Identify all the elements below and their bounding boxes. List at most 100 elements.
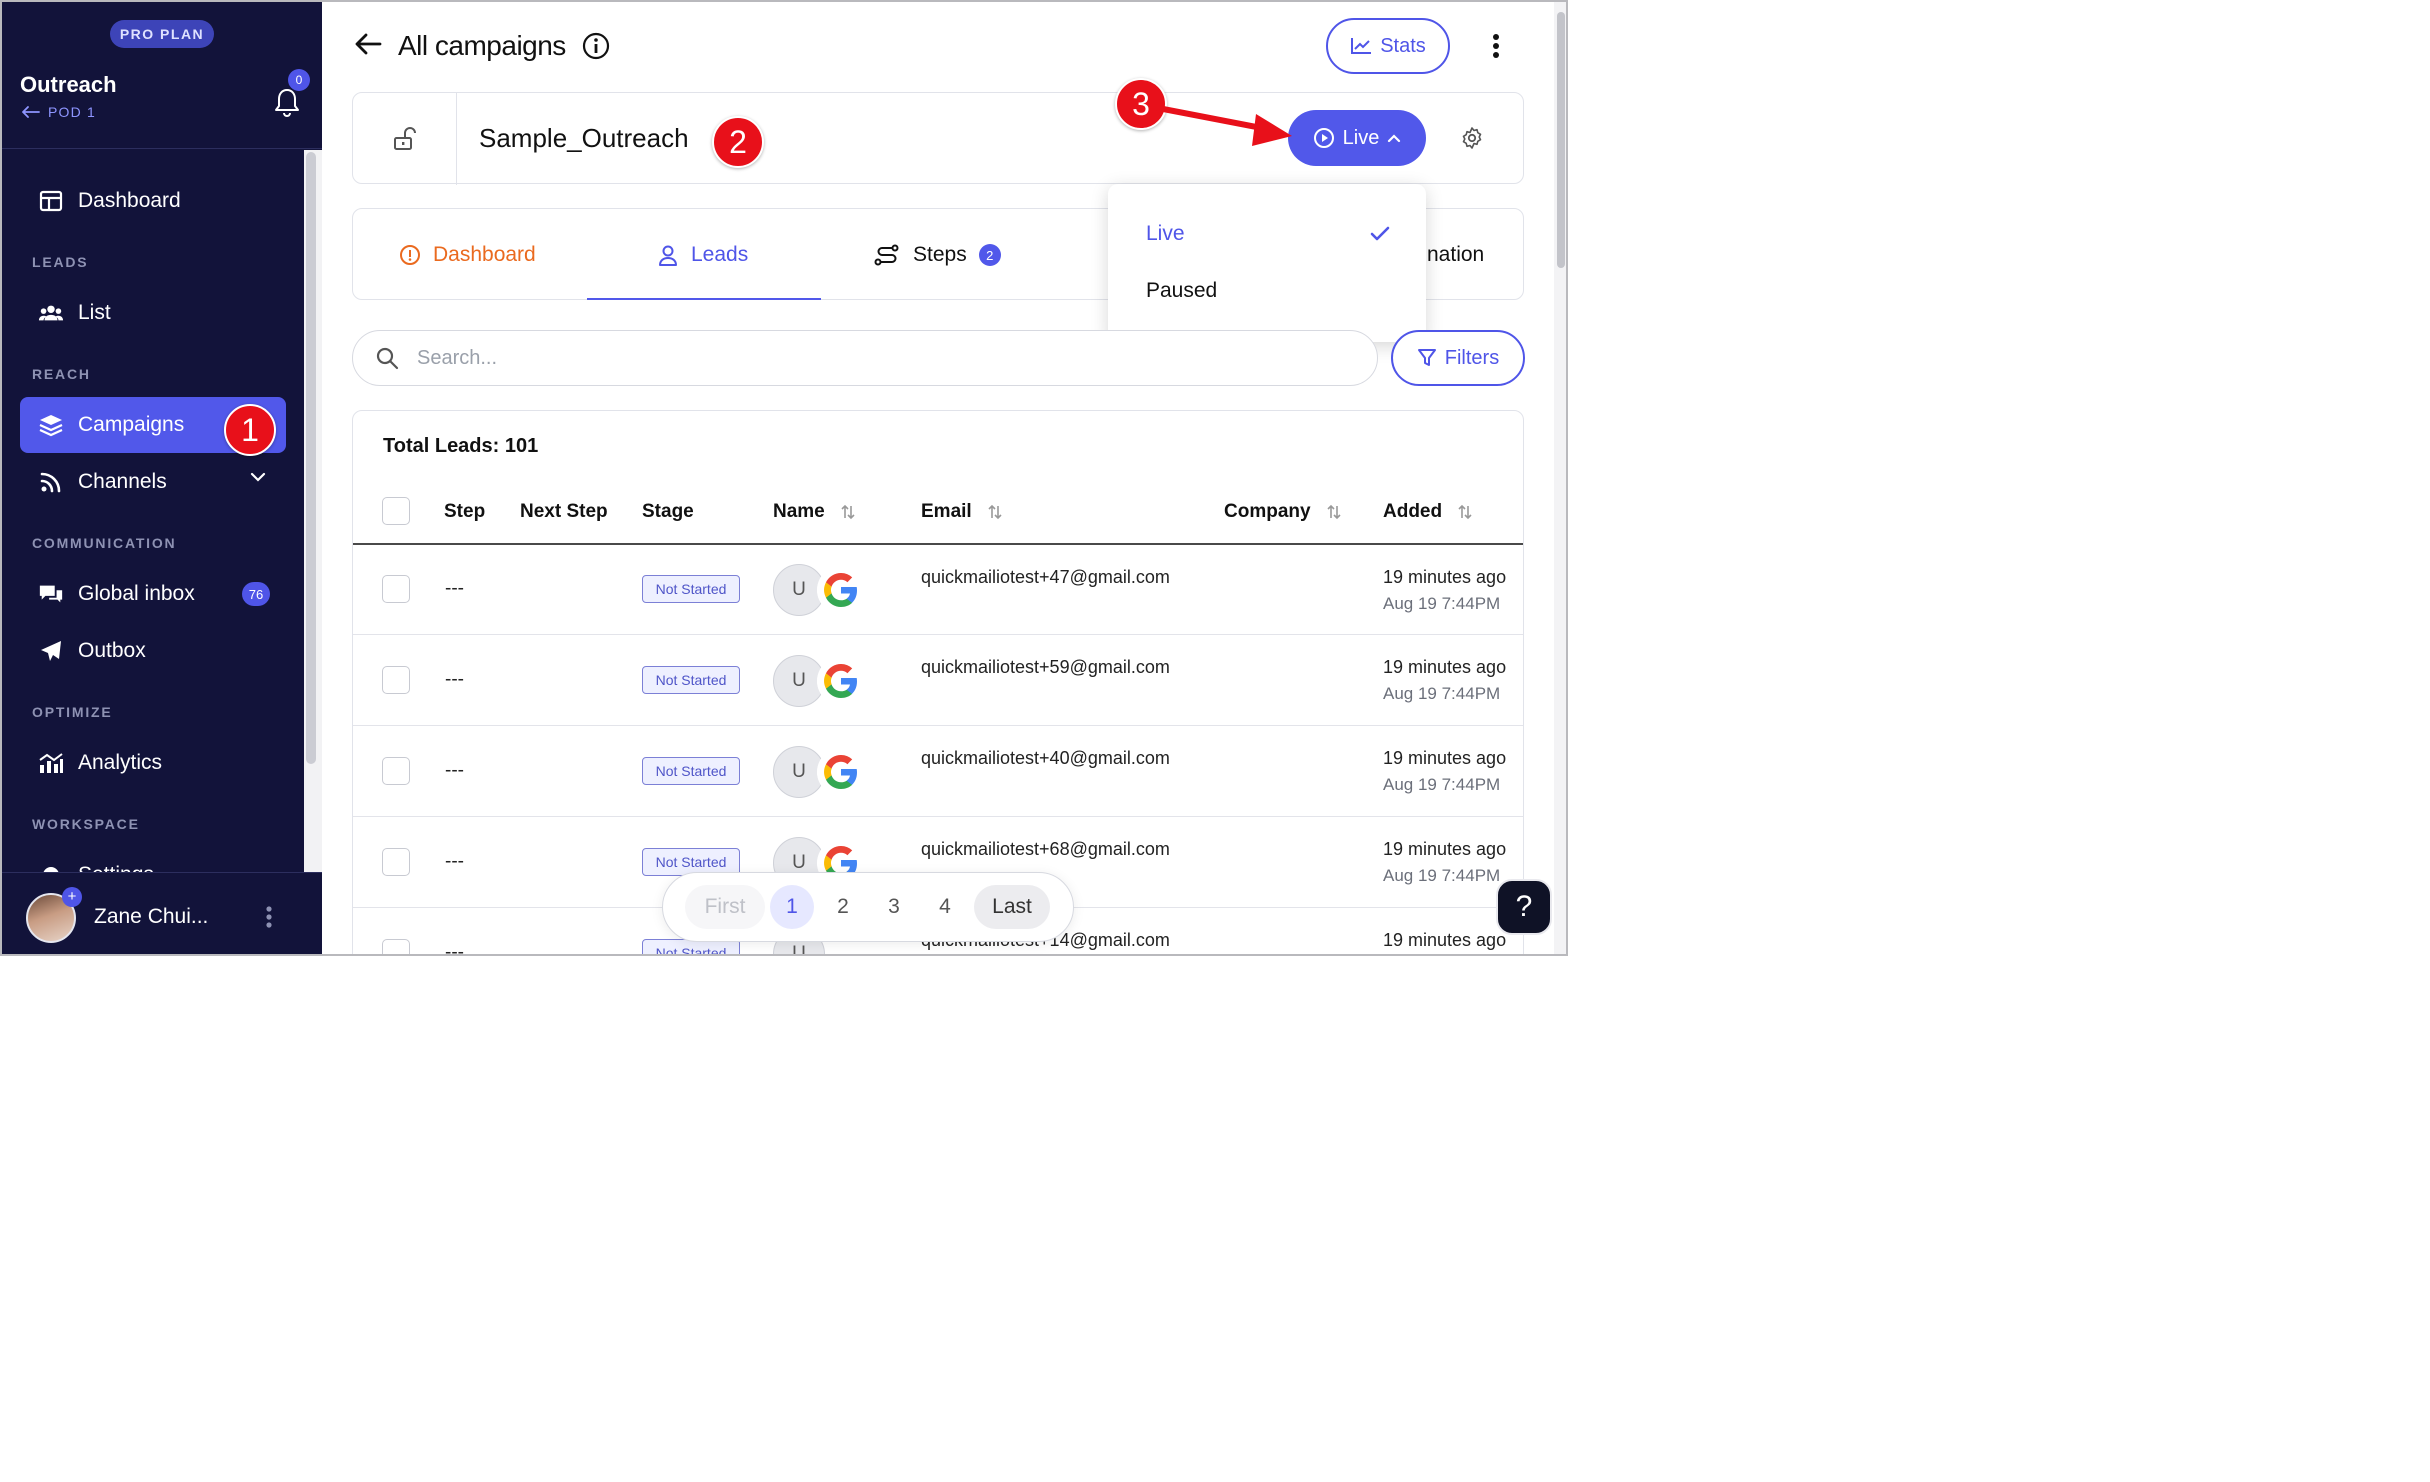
- page-scrollbar-thumb[interactable]: [1557, 12, 1565, 268]
- column-header-label: Name: [773, 501, 825, 522]
- tab-label: nation: [1427, 243, 1485, 266]
- paper-plane-icon: [38, 638, 64, 664]
- lead-added-date: Aug 19 7:44PM: [1383, 866, 1501, 885]
- annotation-marker-2: 2: [712, 116, 764, 168]
- row-checkbox[interactable]: [382, 666, 410, 694]
- row-checkbox[interactable]: [382, 848, 410, 876]
- column-header-next-step[interactable]: Next Step: [520, 501, 608, 523]
- sort-icon[interactable]: [1327, 504, 1341, 520]
- sidebar-item-outbox[interactable]: Outbox: [20, 623, 286, 679]
- back-arrow-icon[interactable]: [354, 32, 382, 56]
- page-scrollbar[interactable]: [1554, 2, 1566, 954]
- tab-dashboard[interactable]: Dashboard: [399, 209, 536, 301]
- pagination-page-2[interactable]: 2: [821, 885, 865, 929]
- sidebar-item-label: Outbox: [78, 639, 146, 662]
- sidebar-item-label: List: [78, 301, 111, 324]
- column-header-label: Next Step: [520, 501, 608, 522]
- filters-button[interactable]: Filters: [1391, 330, 1525, 386]
- status-option-live[interactable]: Live: [1146, 222, 1185, 246]
- campaign-name[interactable]: Sample_Outreach: [479, 123, 689, 154]
- chevron-up-icon: [1388, 134, 1401, 143]
- pagination-first[interactable]: First: [685, 885, 765, 929]
- tab-steps[interactable]: Steps 2: [873, 209, 1001, 301]
- total-leads: Total Leads: 101: [383, 435, 539, 457]
- org-name[interactable]: Outreach: [20, 72, 117, 98]
- row-checkbox[interactable]: [382, 575, 410, 603]
- tab-label: Dashboard: [433, 243, 536, 266]
- pagination-page-4[interactable]: 4: [923, 885, 967, 929]
- table-row[interactable]: --- Not Started U quickmailiotest+40@gma…: [353, 726, 1523, 817]
- google-icon: [817, 566, 865, 614]
- select-all-checkbox[interactable]: [382, 497, 410, 525]
- sidebar-item-analytics[interactable]: Analytics: [20, 735, 286, 791]
- sidebar-item-global-inbox[interactable]: Global inbox 76: [20, 566, 286, 622]
- lead-added: 19 minutes ago: [1383, 748, 1507, 768]
- bell-icon[interactable]: [272, 86, 302, 120]
- row-checkbox[interactable]: [382, 757, 410, 785]
- sort-icon[interactable]: [988, 504, 1002, 520]
- inbox-count-badge: 76: [242, 582, 270, 606]
- lead-email[interactable]: quickmailiotest+40@gmail.com: [921, 748, 1170, 769]
- stats-label: Stats: [1380, 34, 1426, 57]
- lead-email[interactable]: quickmailiotest+47@gmail.com: [921, 567, 1170, 588]
- lock-toggle[interactable]: [353, 93, 457, 185]
- add-account-icon[interactable]: +: [62, 887, 82, 907]
- sidebar-item-list[interactable]: List: [20, 285, 286, 341]
- stage-badge: Not Started: [642, 666, 740, 694]
- column-header-label: Added: [1383, 501, 1443, 522]
- search-input[interactable]: [417, 346, 1317, 370]
- page-title: All campaigns: [398, 30, 566, 61]
- pagination-page-1[interactable]: 1: [770, 885, 814, 929]
- active-tab-indicator: [587, 298, 821, 300]
- more-vertical-icon[interactable]: [1488, 32, 1504, 60]
- unlock-icon: [393, 127, 416, 150]
- table-row[interactable]: --- Not Started U quickmailiotest+59@gma…: [353, 635, 1523, 726]
- column-header-label: Company: [1224, 501, 1311, 522]
- column-header-label: Step: [444, 501, 486, 522]
- sort-icon[interactable]: [1458, 504, 1472, 520]
- lead-added: 19 minutes ago: [1383, 930, 1507, 950]
- campaign-status-button[interactable]: Live: [1288, 110, 1426, 166]
- sidebar-scrollbar[interactable]: [306, 152, 316, 764]
- tab-label: Leads: [691, 243, 749, 266]
- search-icon: [376, 347, 399, 370]
- lead-email[interactable]: quickmailiotest+59@gmail.com: [921, 657, 1170, 678]
- settings-gear-icon[interactable]: [1460, 126, 1484, 150]
- column-header-added[interactable]: Added: [1383, 501, 1472, 523]
- tab-automation[interactable]: nation: [1427, 209, 1484, 301]
- dashboard-icon: [38, 188, 64, 214]
- more-vertical-icon[interactable]: [264, 905, 274, 929]
- section-label-leads: LEADS: [32, 254, 89, 270]
- user-menu[interactable]: + Zane Chui...: [2, 872, 322, 954]
- sidebar-item-channels[interactable]: Channels: [20, 454, 286, 510]
- column-header-company[interactable]: Company: [1224, 501, 1341, 523]
- column-header-step[interactable]: Step: [444, 501, 485, 523]
- lead-email[interactable]: quickmailiotest+68@gmail.com: [921, 839, 1170, 860]
- google-icon: [817, 748, 865, 796]
- section-label-workspace: WORKSPACE: [32, 816, 140, 832]
- help-button[interactable]: ?: [1496, 879, 1552, 935]
- stats-button[interactable]: Stats: [1326, 18, 1450, 74]
- status-option-paused[interactable]: Paused: [1146, 279, 1217, 303]
- info-circle-icon: [400, 245, 420, 265]
- pod-link[interactable]: POD 1: [22, 104, 96, 120]
- table-row[interactable]: --- Not Started U quickmailiotest+47@gma…: [353, 544, 1523, 635]
- user-name: Zane Chui...: [94, 905, 209, 928]
- section-label-reach: REACH: [32, 366, 91, 382]
- sidebar-divider: [2, 148, 322, 149]
- line-chart-icon: [1351, 38, 1372, 54]
- tab-leads[interactable]: Leads: [657, 209, 748, 301]
- row-checkbox[interactable]: [382, 939, 410, 954]
- column-header-email[interactable]: Email: [921, 501, 1002, 523]
- pagination-page-3[interactable]: 3: [872, 885, 916, 929]
- column-header-stage[interactable]: Stage: [642, 501, 694, 523]
- sidebar-item-dashboard[interactable]: Dashboard: [20, 173, 286, 229]
- sort-icon[interactable]: [841, 504, 855, 520]
- sidebar-item-label: Campaigns: [78, 413, 185, 436]
- annotation-marker-1: 1: [224, 404, 276, 456]
- info-icon[interactable]: [582, 32, 610, 60]
- column-header-name[interactable]: Name: [773, 501, 855, 523]
- pagination-last[interactable]: Last: [974, 885, 1050, 929]
- lead-added-date: Aug 19 7:44PM: [1383, 684, 1501, 703]
- sidebar-item-label: Global inbox: [78, 582, 195, 605]
